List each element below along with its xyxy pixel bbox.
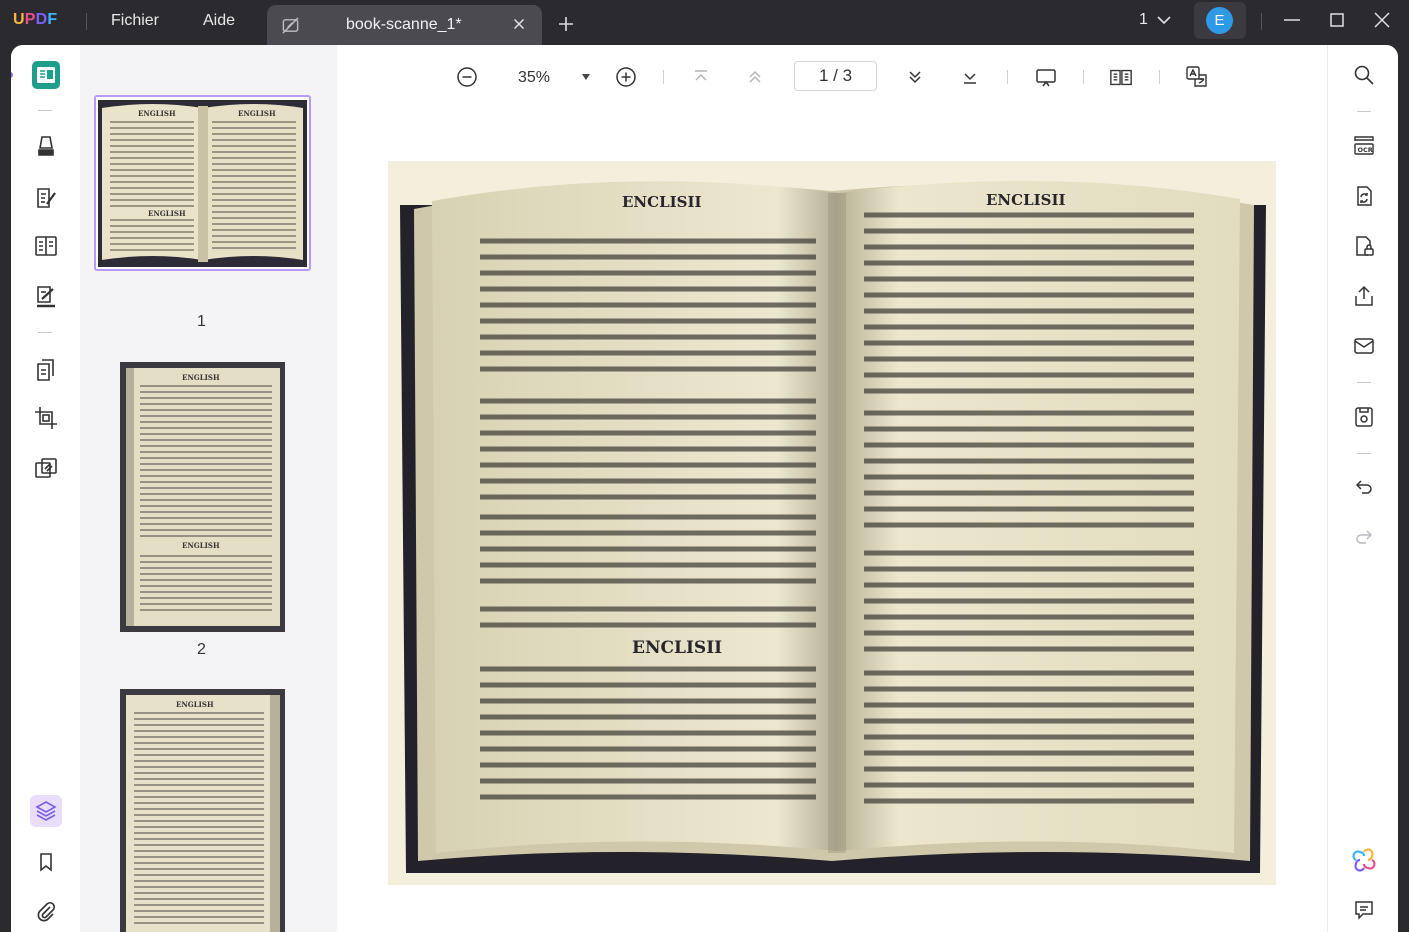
edit-tool-button[interactable] [30,182,62,214]
tab-title: book-scanne_1* [346,16,462,33]
zoom-out-icon[interactable] [455,65,479,89]
layers-icon [34,799,58,823]
thumb-heading: ENGLISH [138,109,176,118]
comments-icon[interactable] [1350,896,1378,924]
comment-tool-button[interactable] [30,131,62,163]
minimize-icon[interactable] [1283,11,1301,29]
avatar: E [1206,7,1233,34]
mid-page-heading: ENCLISII [632,638,722,658]
sign-tool-button[interactable] [30,281,62,313]
bookmark-icon [35,851,57,873]
undo-icon[interactable] [1350,473,1378,501]
zoom-in-icon[interactable] [614,65,638,89]
title-separator [86,13,87,30]
thumb-heading: ENGLISH [238,109,276,118]
thumbnail-label: 1 [197,313,206,330]
page-layout-icon[interactable] [1109,65,1133,89]
chevron-down-icon[interactable] [1156,14,1172,26]
last-page-icon[interactable] [958,65,982,89]
next-page-icon[interactable] [903,65,927,89]
add-tab-icon[interactable] [556,14,576,34]
view-toolbar: 35% 1 / 3 [337,45,1327,115]
right-tool-rail: OCR [1327,45,1398,932]
document-tab[interactable]: book-scanne_1* [267,5,542,45]
edit-off-icon [281,16,300,35]
thumb-heading: ENGLISH [176,700,214,709]
close-window-icon[interactable] [1373,11,1391,29]
layers-stack-icon [33,456,59,482]
highlighter-icon [33,134,59,160]
previous-page-icon[interactable] [743,65,767,89]
toolbar-separator [1007,70,1008,84]
protect-icon[interactable] [1350,232,1378,260]
maximize-icon[interactable] [1329,11,1345,29]
updf-logo: UPDF [13,11,58,28]
reader-mode-button[interactable] [30,59,62,91]
thumbnail-image: ENGLISH ENGLISH ENGLISH [98,100,307,267]
thumbnail-label: 2 [197,641,206,658]
bookmarks-button[interactable] [30,846,62,878]
toolbar-separator [663,70,664,84]
thumbnail-panel: ENGLISH ENGLISH ENGLISH 1 ENGLISH ENGLIS… [80,45,337,932]
attachments-button[interactable] [30,896,62,928]
pdf-page: ENCLISII ENCLISII ENCLISII [388,161,1276,885]
rail-separator [38,332,52,333]
title-separator [1261,13,1262,30]
zoom-dropdown-icon[interactable] [581,73,591,81]
window-count[interactable]: 1 [1139,11,1148,29]
first-page-icon[interactable] [689,65,713,89]
thumb-heading: ENGLISH [182,541,220,550]
account-button[interactable]: E [1194,2,1246,39]
rail-separator [38,110,52,111]
edit-pen-icon [33,185,59,211]
paperclip-icon [35,901,57,923]
search-icon[interactable] [1350,61,1378,89]
thumb-heading: ENGLISH [148,209,186,218]
crop-tool-button[interactable] [30,402,62,434]
sign-icon [33,284,59,310]
title-bar: UPDF Fichier Aide book-scanne_1* 1 E [0,0,1409,45]
left-page-heading: ENCLISII [622,193,702,211]
left-tool-rail [11,45,80,932]
form-icon [33,233,59,259]
convert-icon[interactable] [1350,182,1378,210]
toolbar-separator [1159,70,1160,84]
menu-help[interactable]: Aide [203,12,235,30]
rail-separator [1357,453,1371,454]
zoom-level[interactable]: 35% [518,69,550,87]
close-tab-icon[interactable] [511,16,527,32]
svg-text:OCR: OCR [1358,146,1373,154]
menu-file[interactable]: Fichier [111,12,159,30]
watermark-tool-button[interactable] [30,453,62,485]
pages-icon [33,357,59,383]
document-area: 35% 1 / 3 ENCLISII ENCLISII ENCLISII [337,45,1327,932]
presentation-icon[interactable] [1034,65,1058,89]
form-tool-button[interactable] [30,230,62,262]
mail-icon[interactable] [1350,332,1378,360]
organize-pages-button[interactable] [30,354,62,386]
rail-separator [1357,111,1371,112]
ai-assistant-icon[interactable] [1350,846,1378,874]
thumb-heading: ENGLISH [182,373,220,382]
toolbar-separator [1083,70,1084,84]
right-page-heading: ENCLISII [986,191,1066,209]
ocr-icon[interactable]: OCR [1350,131,1378,159]
crop-icon [33,405,59,431]
main-window: ENGLISH ENGLISH ENGLISH 1 ENGLISH ENGLIS… [11,45,1398,932]
thumbnail-page-1[interactable]: ENGLISH ENGLISH ENGLISH [94,95,311,271]
share-icon[interactable] [1350,282,1378,310]
layers-button[interactable] [30,795,62,827]
redo-icon[interactable] [1350,523,1378,551]
page-number-input[interactable]: 1 / 3 [794,61,877,91]
reader-icon [31,60,61,90]
thumbnail-page-3[interactable]: ENGLISH [120,689,285,932]
rail-separator [1357,382,1371,383]
active-indicator [11,72,13,78]
save-icon[interactable] [1350,403,1378,431]
thumbnail-page-2[interactable]: ENGLISH ENGLISH [120,362,285,632]
translate-icon[interactable] [1185,65,1209,89]
